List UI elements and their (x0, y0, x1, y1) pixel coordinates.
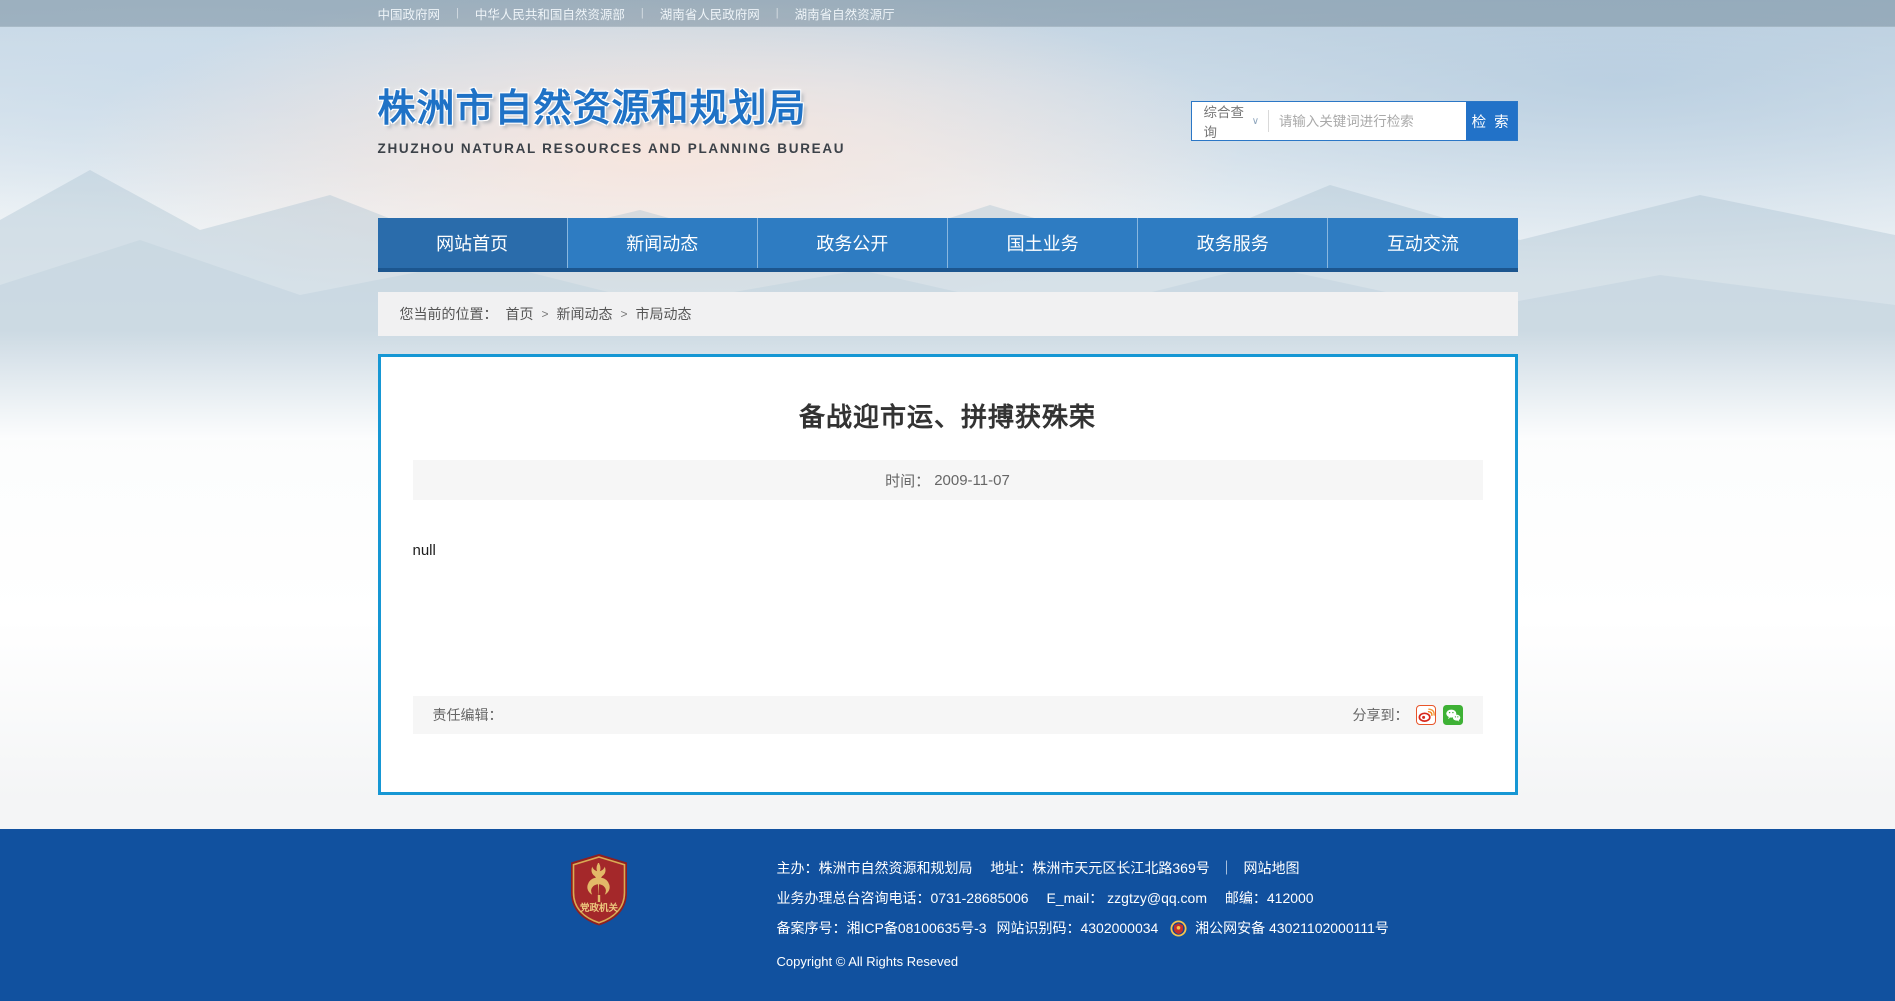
breadcrumb: 您当前的位置： 首页 > 新闻动态 > 市局动态 (378, 292, 1518, 336)
breadcrumb-home[interactable]: 首页 (506, 304, 534, 324)
wechat-icon[interactable] (1443, 705, 1463, 725)
footer-phone: 业务办理总台咨询电话：0731-28685006 (777, 890, 1029, 906)
badge-label: 党政机关 (579, 902, 618, 914)
topbar-separator: | (456, 7, 459, 19)
search-input[interactable] (1269, 102, 1466, 140)
chevron-down-icon: ∨ (1252, 116, 1259, 127)
footer-line-3: 备案序号：湘ICP备08100635号-3 网站识别码：4302000034 湘… (777, 913, 1389, 947)
gov-links-inner: 中国政府网 | 中华人民共和国自然资源部 | 湖南省人民政府网 | 湖南省自然资… (378, 0, 1518, 26)
breadcrumb-news[interactable]: 新闻动态 (557, 304, 613, 324)
footer-copyright: Copyright © All Rights Reseved (777, 947, 1389, 977)
nav-item-home[interactable]: 网站首页 (378, 218, 567, 268)
main-nav: 网站首页 新闻动态 政务公开 国土业务 政务服务 互动交流 (378, 218, 1518, 272)
site-brand[interactable]: 株洲市自然资源和规划局 ZHUZHOU NATURAL RESOURCES AN… (378, 77, 846, 156)
nav-item-label: 网站首页 (436, 230, 508, 256)
share-group: 分享到： (1353, 705, 1463, 725)
article-date-value: 2009-11-07 (934, 472, 1010, 489)
footer-line-2: 业务办理总台咨询电话：0731-28685006 E_mail： zzgtzy@… (777, 883, 1389, 913)
breadcrumb-current: 市局动态 (636, 304, 692, 324)
nav-item-label: 新闻动态 (626, 230, 698, 256)
footer-email: E_mail： zzgtzy@qq.com (1047, 890, 1207, 906)
nav-item-interaction[interactable]: 互动交流 (1327, 218, 1517, 268)
site-subtitle: ZHUZHOU NATURAL RESOURCES AND PLANNING B… (378, 141, 846, 156)
footer-inner: 党政机关 主办：株洲市自然资源和规划局 地址：株洲市天元区长江北路369号 ｜ … (378, 829, 1518, 977)
sitemap-link[interactable]: 网站地图 (1244, 860, 1300, 876)
nav-item-land-business[interactable]: 国土业务 (947, 218, 1137, 268)
breadcrumb-prefix: 您当前的位置： (400, 304, 498, 324)
nav-item-gov-service[interactable]: 政务服务 (1137, 218, 1327, 268)
topbar-separator: | (641, 7, 644, 19)
party-gov-badge-icon[interactable]: 党政机关 (568, 853, 630, 977)
topbar-link-hunan-gov[interactable]: 湖南省人民政府网 (660, 4, 760, 23)
topbar-separator: | (776, 7, 779, 19)
weibo-icon[interactable] (1416, 705, 1436, 725)
nav-item-label: 互动交流 (1387, 230, 1459, 256)
footer-security-record[interactable]: 湘公网安备 43021102000111号 (1195, 920, 1389, 936)
page-footer: 党政机关 主办：株洲市自然资源和规划局 地址：株洲市天元区长江北路369号 ｜ … (0, 829, 1895, 1001)
search-button[interactable]: 检 索 (1466, 102, 1517, 140)
article-body: null (413, 542, 1483, 559)
breadcrumb-separator: > (621, 307, 628, 321)
share-label: 分享到： (1353, 705, 1409, 725)
nav-item-label: 国土业务 (1007, 230, 1079, 256)
gov-links-bar: 中国政府网 | 中华人民共和国自然资源部 | 湖南省人民政府网 | 湖南省自然资… (0, 0, 1895, 27)
article-date-bar: 时间： 2009-11-07 (413, 460, 1483, 500)
footer-site-code: 网站识别码：4302000034 (996, 920, 1158, 936)
police-badge-icon (1170, 917, 1187, 947)
footer-address: 地址：株洲市天元区长江北路369号 (990, 860, 1209, 876)
search-category-label: 综合查询 (1204, 101, 1252, 141)
article-date-label: 时间： (885, 470, 930, 491)
nav-item-news[interactable]: 新闻动态 (567, 218, 757, 268)
footer-line-1: 主办：株洲市自然资源和规划局 地址：株洲市天元区长江北路369号 ｜ 网站地图 (777, 853, 1389, 883)
footer-text: 主办：株洲市自然资源和规划局 地址：株洲市天元区长江北路369号 ｜ 网站地图 … (777, 853, 1389, 977)
site-title: 株洲市自然资源和规划局 (378, 77, 846, 132)
editor-label: 责任编辑： (433, 705, 503, 725)
footer-icp: 备案序号：湘ICP备08100635号-3 (777, 920, 987, 936)
nav-item-gov-info[interactable]: 政务公开 (757, 218, 947, 268)
nav-item-label: 政务公开 (816, 230, 888, 256)
site-header: 株洲市自然资源和规划局 ZHUZHOU NATURAL RESOURCES AN… (378, 27, 1518, 218)
breadcrumb-separator: > (542, 307, 549, 321)
article-panel: 备战迎市运、拼搏获殊荣 时间： 2009-11-07 null 责任编辑： 分享… (378, 354, 1518, 795)
footer-organizer: 主办：株洲市自然资源和规划局 (777, 860, 973, 876)
nav-item-label: 政务服务 (1197, 230, 1269, 256)
article-title: 备战迎市运、拼搏获殊荣 (381, 397, 1515, 434)
footer-postcode: 邮编：412000 (1225, 890, 1314, 906)
topbar-link-hunan-nr[interactable]: 湖南省自然资源厅 (795, 4, 895, 23)
topbar-link-mnr[interactable]: 中华人民共和国自然资源部 (475, 4, 625, 23)
search-category-select[interactable]: 综合查询 ∨ (1192, 102, 1269, 140)
topbar-link-china-gov[interactable]: 中国政府网 (378, 4, 441, 23)
article-footer-bar: 责任编辑： 分享到： (413, 696, 1483, 734)
search-bar: 综合查询 ∨ 检 索 (1191, 101, 1518, 141)
footer-separator: ｜ (1220, 860, 1234, 876)
